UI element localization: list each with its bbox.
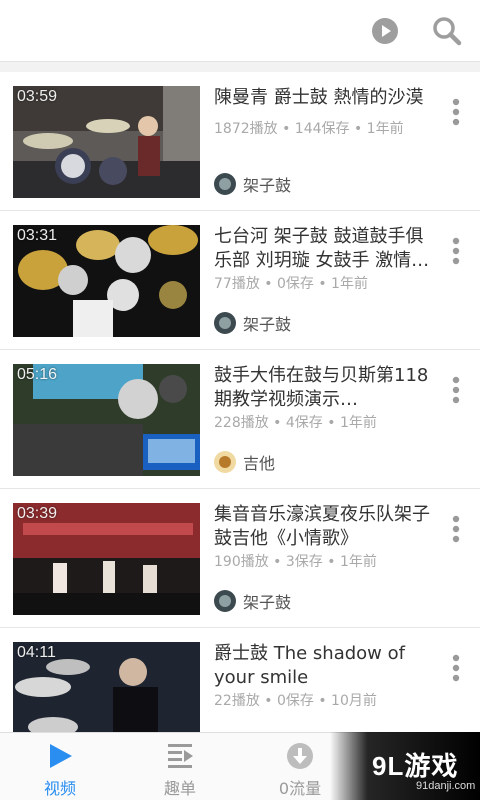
video-card[interactable]: 03:31 七台河 架子鼓 鼓道鼓手俱乐部 刘玥璇 女鼓手 激情… 77播放 •… [0,211,480,350]
author-row[interactable]: 架子鼓 [214,311,291,335]
watermark-logo: 9L游戏 [372,751,459,781]
tab-label: 趣单 [163,779,196,798]
top-bar [0,0,480,62]
duration-label: 03:39 [17,505,58,522]
video-meta: 22播放 • 0保存 • 10月前 [214,693,377,709]
avatar [214,590,236,612]
video-meta: 190播放 • 3保存 • 1年前 [214,554,377,570]
video-title[interactable]: 集音音乐濠滨夏夜乐队架子鼓吉他《小情歌》 [214,503,436,551]
video-card[interactable]: 05:16 鼓手大伟在鼓与贝斯第118期教学视频演示… 228播放 • 4保存 … [0,350,480,489]
playlist-icon [166,741,194,771]
video-thumbnail[interactable]: 04:11 [13,642,200,732]
tab-videos[interactable]: 视频 [0,733,120,800]
video-meta: 77播放 • 0保存 • 1年前 [214,276,368,292]
video-title[interactable]: 鼓手大伟在鼓与贝斯第118期教学视频演示… [214,364,436,412]
video-title[interactable]: 陳曼青 爵士鼓 熱情的沙漠 [214,86,436,110]
video-thumbnail[interactable]: 03:31 [13,225,200,337]
duration-label: 03:31 [17,227,58,244]
more-options-icon[interactable] [448,376,464,406]
video-thumbnail[interactable]: 03:39 [13,503,200,615]
tab-label: 视频 [43,779,76,798]
duration-label: 04:11 [17,644,56,661]
video-card[interactable]: 03:59 陳曼青 爵士鼓 熱情的沙漠 1872播放 • 144保存 • 1年前… [0,72,480,211]
play-triangle-icon [46,741,74,771]
watermark-url: 91danji.com [416,780,476,792]
author-name: 吉他 [243,454,276,473]
avatar [214,312,236,334]
duration-label: 03:59 [17,88,58,105]
video-title[interactable]: 七台河 架子鼓 鼓道鼓手俱乐部 刘玥璇 女鼓手 激情… [214,225,436,273]
video-meta: 1872播放 • 144保存 • 1年前 [214,121,404,137]
video-thumbnail[interactable]: 03:59 [13,86,200,198]
avatar [214,451,236,473]
video-title[interactable]: 爵士鼓 The shadow of your smile [214,642,436,690]
video-card[interactable]: 04:11 爵士鼓 The shadow of your smile 22播放 … [0,628,480,732]
watermark: 9L游戏 91danji.com [330,732,480,800]
duration-label: 05:16 [17,366,58,383]
author-name: 架子鼓 [243,176,292,195]
author-row[interactable]: 架子鼓 [214,589,291,613]
search-icon[interactable] [432,16,462,46]
author-name: 架子鼓 [243,315,292,334]
video-thumbnail[interactable]: 05:16 [13,364,200,476]
author-name: 架子鼓 [243,593,292,612]
video-card[interactable]: 03:39 集音音乐濠滨夏夜乐队架子鼓吉他《小情歌》 190播放 • 3保存 •… [0,489,480,628]
more-options-icon[interactable] [448,654,464,684]
download-icon [286,741,314,771]
more-options-icon[interactable] [448,98,464,128]
avatar [214,173,236,195]
tab-playlists[interactable]: 趣单 [120,733,240,800]
play-icon[interactable] [370,16,400,46]
video-feed[interactable]: 03:59 陳曼青 爵士鼓 熱情的沙漠 1872播放 • 144保存 • 1年前… [0,72,480,732]
more-options-icon[interactable] [448,237,464,267]
more-options-icon[interactable] [448,515,464,545]
video-meta: 228播放 • 4保存 • 1年前 [214,415,377,431]
author-row[interactable]: 吉他 [214,450,275,474]
author-row[interactable]: 架子鼓 [214,172,291,196]
